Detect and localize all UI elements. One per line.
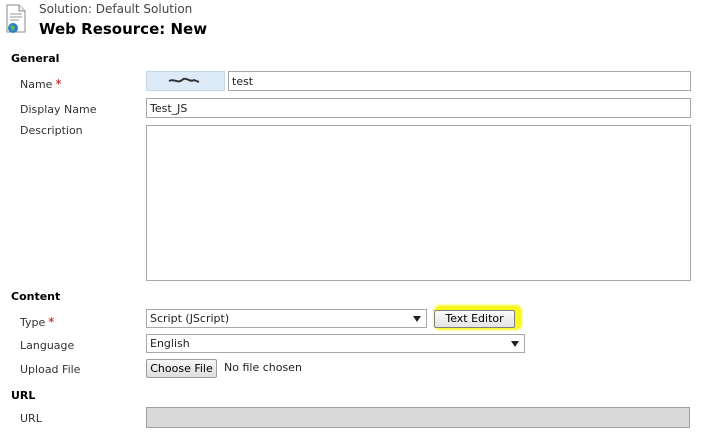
- dropdown-arrow-icon: [413, 316, 421, 322]
- language-select[interactable]: English: [146, 334, 525, 353]
- dropdown-arrow-icon: [511, 341, 519, 347]
- language-label: Language: [20, 339, 75, 352]
- type-select-value: Script (JScript): [150, 312, 230, 325]
- display-name-input[interactable]: Test_JS: [146, 98, 691, 118]
- type-label: Type *: [20, 315, 55, 329]
- solution-subtitle: Solution: Default Solution: [39, 2, 193, 16]
- description-textarea[interactable]: [146, 125, 691, 281]
- url-label: URL: [20, 412, 42, 425]
- section-content: Content: [11, 290, 61, 303]
- section-general: General: [11, 52, 60, 65]
- name-input[interactable]: test: [228, 71, 691, 91]
- choose-file-button[interactable]: Choose File: [146, 359, 217, 378]
- name-label: Name *: [20, 77, 62, 91]
- text-editor-button[interactable]: Text Editor: [434, 310, 515, 328]
- required-indicator: *: [48, 315, 55, 329]
- display-name-label: Display Name: [20, 103, 97, 116]
- description-label: Description: [20, 124, 83, 137]
- language-select-value: English: [150, 337, 190, 350]
- upload-file-label: Upload File: [20, 363, 81, 376]
- redacted-prefix-scribble: [168, 77, 200, 83]
- url-field: [146, 407, 690, 428]
- type-select[interactable]: Script (JScript): [146, 309, 427, 328]
- web-resource-icon: [6, 4, 26, 33]
- section-url: URL: [11, 389, 36, 402]
- required-indicator: *: [55, 77, 62, 91]
- page-title: Web Resource: New: [39, 20, 208, 38]
- no-file-text: No file chosen: [224, 361, 302, 374]
